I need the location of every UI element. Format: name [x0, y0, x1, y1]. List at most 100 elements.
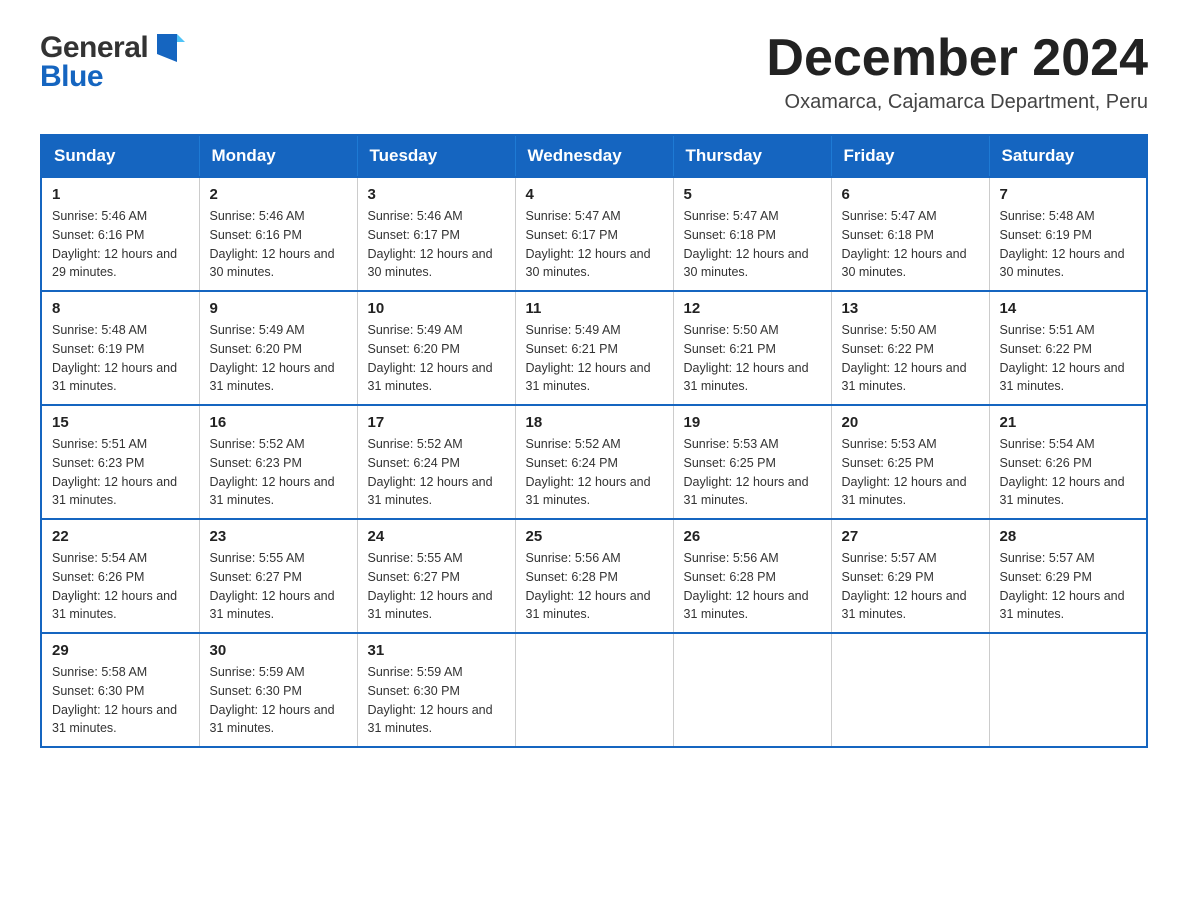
col-header-monday: Monday [199, 135, 357, 177]
day-number: 23 [210, 528, 347, 545]
calendar-cell: 20Sunrise: 5:53 AMSunset: 6:25 PMDayligh… [831, 405, 989, 519]
calendar-cell: 30Sunrise: 5:59 AMSunset: 6:30 PMDayligh… [199, 633, 357, 747]
day-number: 25 [526, 528, 663, 545]
daylight-label: Daylight: 12 hours and 31 minutes. [210, 361, 335, 394]
daylight-label: Daylight: 12 hours and 30 minutes. [526, 247, 651, 280]
day-number: 9 [210, 300, 347, 317]
calendar-cell [673, 633, 831, 747]
sunset-label: Sunset: 6:19 PM [1000, 228, 1092, 242]
col-header-tuesday: Tuesday [357, 135, 515, 177]
col-header-friday: Friday [831, 135, 989, 177]
day-number: 3 [368, 186, 505, 203]
sunrise-label: Sunrise: 5:57 AM [1000, 551, 1095, 565]
calendar-cell: 24Sunrise: 5:55 AMSunset: 6:27 PMDayligh… [357, 519, 515, 633]
day-number: 20 [842, 414, 979, 431]
sunrise-label: Sunrise: 5:50 AM [842, 323, 937, 337]
calendar-cell: 15Sunrise: 5:51 AMSunset: 6:23 PMDayligh… [41, 405, 199, 519]
day-info: Sunrise: 5:52 AMSunset: 6:24 PMDaylight:… [368, 435, 505, 510]
calendar-cell: 2Sunrise: 5:46 AMSunset: 6:16 PMDaylight… [199, 177, 357, 291]
sunrise-label: Sunrise: 5:55 AM [368, 551, 463, 565]
daylight-label: Daylight: 12 hours and 31 minutes. [526, 475, 651, 508]
day-info: Sunrise: 5:46 AMSunset: 6:16 PMDaylight:… [52, 207, 189, 282]
day-info: Sunrise: 5:56 AM Sunset: 6:28 PM Daylight:… [526, 549, 663, 624]
sunset-label: Sunset: 6:17 PM [368, 228, 460, 242]
sunrise-label: Sunrise: 5:52 AM [210, 437, 305, 451]
day-info: Sunrise: 5:46 AMSunset: 6:17 PMDaylight:… [368, 207, 505, 282]
daylight-label: Daylight: 12 hours and 31 minutes. [684, 589, 809, 622]
day-info: Sunrise: 5:50 AMSunset: 6:22 PMDaylight:… [842, 321, 979, 396]
calendar-cell: 10Sunrise: 5:49 AMSunset: 6:20 PMDayligh… [357, 291, 515, 405]
page-header: General Blue December 2024 Oxamarca, Caj… [40, 30, 1148, 114]
day-number: 13 [842, 300, 979, 317]
sunset-label: Sunset: 6:27 PM [368, 570, 460, 584]
col-header-wednesday: Wednesday [515, 135, 673, 177]
day-number: 12 [684, 300, 821, 317]
daylight-label: Daylight: 12 hours and 31 minutes. [210, 589, 335, 622]
calendar-header-row: Sunday Monday Tuesday Wednesday Thursday… [41, 135, 1147, 177]
calendar-cell: 28 Sunrise: 5:57 AMSunset: 6:29 PMDayligh… [989, 519, 1147, 633]
daylight-label: Daylight: 12 hours and 31 minutes. [842, 589, 967, 622]
sunset-label: Sunset: 6:28 PM [526, 570, 618, 584]
sunrise-label: Sunrise: 5:55 AM [210, 551, 305, 565]
logo-icon [149, 30, 185, 66]
logo: General Blue [40, 30, 186, 94]
calendar-week-row-4: 22Sunrise: 5:54 AMSunset: 6:26 PMDayligh… [41, 519, 1147, 633]
day-number: 18 [526, 414, 663, 431]
sunset-label: Sunset: 6:23 PM [52, 456, 144, 470]
sunrise-label: Sunrise: 5:56 AM [526, 551, 621, 565]
day-info: Sunrise: 5:57 AMSunset: 6:29 PMDaylight:… [1000, 549, 1137, 624]
day-number: 28 [1000, 528, 1137, 545]
day-number: 29 [52, 642, 189, 659]
day-info: Sunrise: 5:58 AMSunset: 6:30 PMDaylight:… [52, 663, 189, 738]
daylight-label: Daylight: 12 hours and 31 minutes. [1000, 361, 1125, 394]
calendar-cell: 27Sunrise: 5:57 AMSunset: 6:29 PMDayligh… [831, 519, 989, 633]
sunrise-label: Sunrise: 5:48 AM [52, 323, 147, 337]
daylight-label: Daylight: 12 hours and 30 minutes. [368, 247, 493, 280]
day-info: Sunrise: 5:47 AMSunset: 6:18 PMDaylight:… [842, 207, 979, 282]
calendar-cell: 26Sunrise: 5:56 AMSunset: 6:28 PMDayligh… [673, 519, 831, 633]
sunrise-label: Sunrise: 5:59 AM [368, 665, 463, 679]
daylight-label: Daylight: 12 hours and 31 minutes. [52, 475, 177, 508]
daylight-label: Daylight: 12 hours and 31 minutes. [842, 475, 967, 508]
calendar-table: Sunday Monday Tuesday Wednesday Thursday… [40, 134, 1148, 748]
calendar-cell: 31Sunrise: 5:59 AMSunset: 6:30 PMDayligh… [357, 633, 515, 747]
calendar-cell: 13 Sunrise: 5:50 AMSunset: 6:22 PMDayligh… [831, 291, 989, 405]
sunrise-label: Sunrise: 5:47 AM [684, 209, 779, 223]
col-header-saturday: Saturday [989, 135, 1147, 177]
calendar-cell: 1Sunrise: 5:46 AMSunset: 6:16 PMDaylight… [41, 177, 199, 291]
daylight-label: Daylight: 12 hours and 31 minutes. [526, 361, 651, 394]
day-info: Sunrise: 5:50 AMSunset: 6:21 PMDaylight:… [684, 321, 821, 396]
sunrise-label: Sunrise: 5:51 AM [52, 437, 147, 451]
calendar-cell: 5Sunrise: 5:47 AMSunset: 6:18 PMDaylight… [673, 177, 831, 291]
sunrise-label: Sunrise: 5:49 AM [368, 323, 463, 337]
calendar-cell: 9 Sunrise: 5:49 AMSunset: 6:20 PMDaylight… [199, 291, 357, 405]
sunset-label: Sunset: 6:24 PM [368, 456, 460, 470]
calendar-cell: 18Sunrise: 5:52 AMSunset: 6:24 PMDayligh… [515, 405, 673, 519]
daylight-label: Daylight: 12 hours and 31 minutes. [52, 703, 177, 736]
daylight-label: Daylight: 12 hours and 29 minutes. [52, 247, 177, 280]
calendar-cell: 12 Sunrise: 5:50 AMSunset: 6:21 PMDayligh… [673, 291, 831, 405]
calendar-cell: 6Sunrise: 5:47 AMSunset: 6:18 PMDaylight… [831, 177, 989, 291]
sunset-label: Sunset: 6:25 PM [684, 456, 776, 470]
calendar-cell: 17Sunrise: 5:52 AMSunset: 6:24 PMDayligh… [357, 405, 515, 519]
day-info: Sunrise: 5:49 AMSunset: 6:20 PMDaylight:… [368, 321, 505, 396]
day-info: Sunrise: 5:49 AMSunset: 6:20 PMDaylight:… [210, 321, 347, 396]
day-info: Sunrise: 5:48 AMSunset: 6:19 PMDaylight:… [1000, 207, 1137, 282]
sunrise-label: Sunrise: 5:47 AM [842, 209, 937, 223]
calendar-cell: 22Sunrise: 5:54 AMSunset: 6:26 PMDayligh… [41, 519, 199, 633]
sunrise-label: Sunrise: 5:46 AM [52, 209, 147, 223]
daylight-label: Daylight: 12 hours and 31 minutes. [1000, 475, 1125, 508]
day-number: 24 [368, 528, 505, 545]
daylight-label: Daylight: 12 hours and 31 minutes. [210, 703, 335, 736]
daylight-label: Daylight: 12 hours and 31 minutes. [526, 589, 651, 622]
col-header-thursday: Thursday [673, 135, 831, 177]
calendar-cell [989, 633, 1147, 747]
calendar-cell: 11Sunrise: 5:49 AMSunset: 6:21 PMDayligh… [515, 291, 673, 405]
sunrise-label: Sunrise: 5:52 AM [526, 437, 621, 451]
daylight-label: Daylight: 12 hours and 31 minutes. [368, 703, 493, 736]
sunset-label: Sunset: 6:25 PM [842, 456, 934, 470]
day-number: 21 [1000, 414, 1137, 431]
sunset-label: Sunset: 6:17 PM [526, 228, 618, 242]
sunrise-label: Sunrise: 5:49 AM [210, 323, 305, 337]
daylight-label: Daylight: 12 hours and 31 minutes. [52, 361, 177, 394]
